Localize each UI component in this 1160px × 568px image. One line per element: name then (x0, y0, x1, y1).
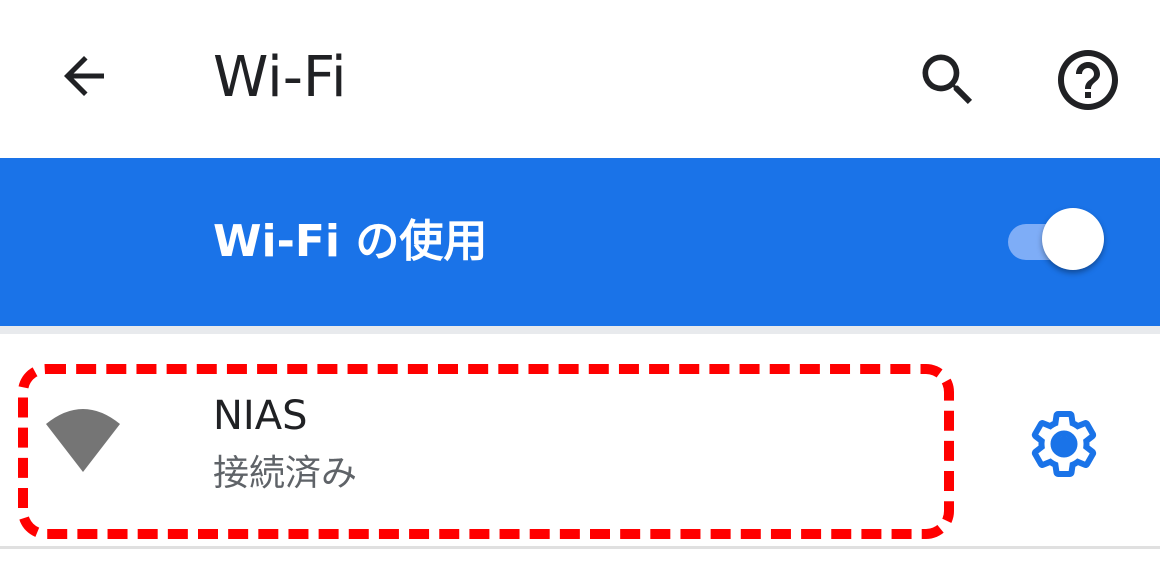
page-title: Wi-Fi (213, 45, 347, 110)
list-divider (0, 546, 1160, 549)
wifi-master-switch-bar[interactable]: Wi-Fi の使用 (0, 158, 1160, 326)
network-name: NIAS (213, 393, 308, 439)
help-circle-icon (1058, 50, 1118, 110)
wifi-switch-label: Wi-Fi の使用 (213, 216, 488, 267)
section-separator (0, 326, 1160, 334)
wifi-signal-icon (46, 409, 120, 472)
toggle-thumb (1042, 208, 1104, 270)
arrow-back-icon (64, 56, 104, 96)
highlight-annotation (18, 364, 954, 539)
gear-icon (1031, 411, 1097, 477)
app-bar: Wi-Fi (0, 0, 1160, 158)
search-button[interactable] (912, 44, 984, 116)
network-status: 接続済み (213, 453, 358, 494)
network-settings-button[interactable] (1026, 406, 1102, 482)
back-button[interactable] (52, 44, 116, 108)
help-button[interactable] (1052, 44, 1124, 116)
wifi-toggle-switch[interactable] (1008, 208, 1104, 270)
search-icon (922, 54, 973, 105)
network-list-item[interactable]: NIAS 接続済み (0, 334, 1160, 544)
